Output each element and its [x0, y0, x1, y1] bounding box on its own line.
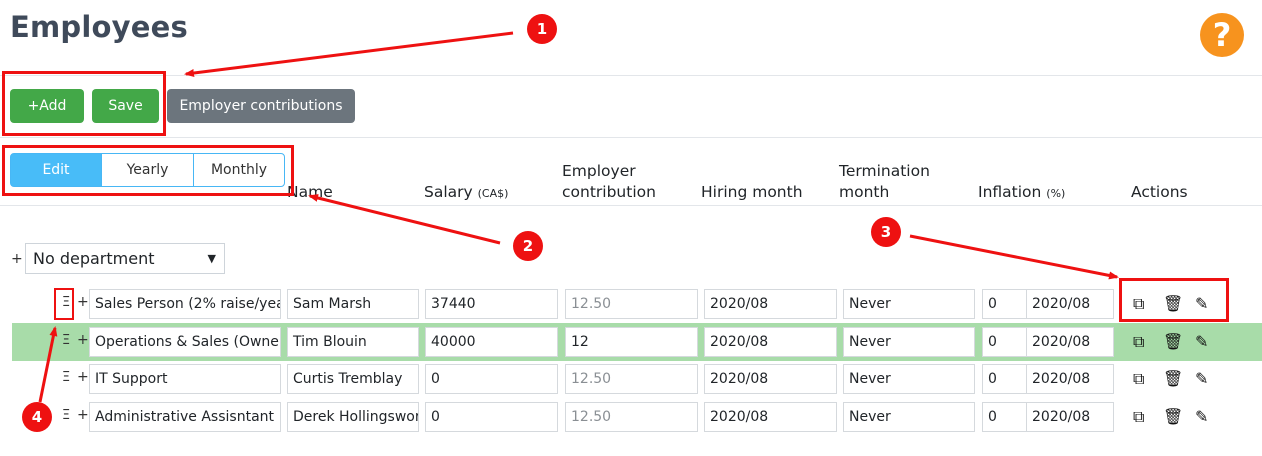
annotation-badge-4: 4	[22, 402, 52, 432]
annotation-badge-3: 3	[871, 217, 901, 247]
annotation-badge-1: 1	[527, 14, 557, 44]
annotation-badge-2: 2	[513, 231, 543, 261]
annotation-arrows	[38, 31, 1119, 403]
